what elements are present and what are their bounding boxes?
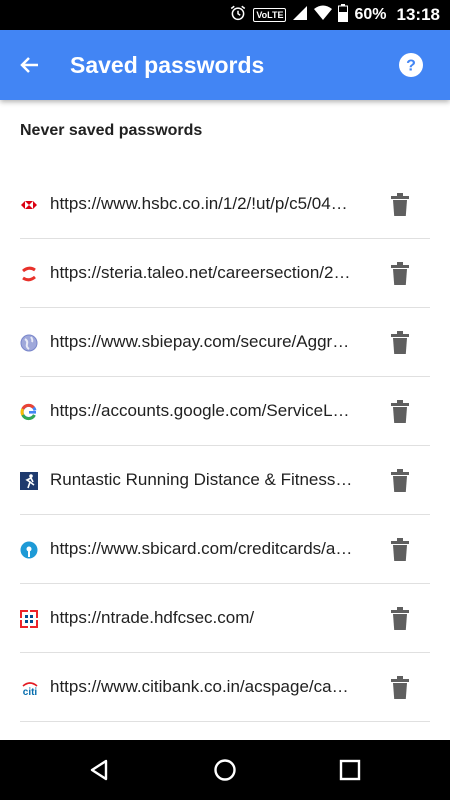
list-item[interactable]: https://www.hsbc.co.in/1/2/!ut/p/c5/04_S… bbox=[0, 170, 450, 239]
trash-icon bbox=[391, 262, 409, 285]
home-circle-icon bbox=[214, 759, 236, 781]
back-triangle-icon bbox=[90, 759, 108, 781]
nav-home-button[interactable] bbox=[210, 755, 240, 785]
section-title: Never saved passwords bbox=[20, 122, 203, 139]
trash-icon bbox=[391, 331, 409, 354]
hsbc-favicon bbox=[20, 196, 38, 214]
list-item-text: https://accounts.google.com/ServiceLogin bbox=[50, 401, 354, 420]
navigation-bar bbox=[0, 740, 450, 800]
wifi-icon bbox=[314, 5, 333, 25]
list-item[interactable]: https://www.sbicard.com/creditcards/app/… bbox=[0, 515, 450, 584]
nav-recents-button[interactable] bbox=[335, 755, 365, 785]
delete-button[interactable] bbox=[386, 259, 414, 289]
list-item[interactable]: https://www.sbiepay.com/secure/Aggregato… bbox=[0, 308, 450, 377]
volte-badge: VoLTE bbox=[253, 8, 287, 22]
delete-button[interactable] bbox=[386, 397, 414, 427]
google-favicon bbox=[20, 403, 38, 421]
list-item[interactable]: https://steria.taleo.net/careersection/2… bbox=[0, 239, 450, 308]
clock: 13:18 bbox=[396, 5, 440, 24]
signal-icon bbox=[292, 5, 308, 25]
list-item-text: https://steria.taleo.net/careersection/2… bbox=[50, 263, 354, 282]
back-button[interactable] bbox=[14, 50, 46, 80]
trash-icon bbox=[391, 193, 409, 216]
delete-button[interactable] bbox=[386, 328, 414, 358]
delete-button[interactable] bbox=[386, 466, 414, 496]
trash-icon bbox=[391, 400, 409, 423]
list-item-text: Runtastic Running Distance & Fitness Tra… bbox=[50, 470, 354, 489]
help-icon: ? bbox=[399, 53, 423, 77]
delete-button[interactable] bbox=[386, 190, 414, 220]
hdfc-favicon bbox=[20, 610, 38, 628]
list-item-text: https://www.hsbc.co.in/1/2/!ut/p/c5/04_S… bbox=[50, 194, 354, 213]
battery-icon bbox=[338, 4, 349, 26]
trash-icon bbox=[391, 676, 409, 699]
list-item-text: https://www.sbicard.com/creditcards/app/… bbox=[50, 539, 354, 558]
delete-button[interactable] bbox=[386, 535, 414, 565]
list-item[interactable]: citi https://www.citibank.co.in/acspage/… bbox=[0, 653, 450, 722]
trash-icon bbox=[391, 469, 409, 492]
citi-favicon: citi bbox=[20, 679, 38, 698]
taleo-favicon bbox=[20, 265, 38, 283]
list-item[interactable]: https://ntrade.hdfcsec.com/ bbox=[0, 584, 450, 653]
sbicard-favicon bbox=[20, 541, 38, 559]
list-item[interactable]: https://accounts.google.com/ServiceLogin bbox=[0, 377, 450, 446]
page-title: Saved passwords bbox=[70, 52, 265, 78]
runtastic-favicon bbox=[20, 472, 38, 490]
app-bar: Saved passwords ? bbox=[0, 30, 450, 100]
svg-text:citi: citi bbox=[23, 687, 38, 697]
svg-text:?: ? bbox=[406, 58, 416, 75]
delete-button[interactable] bbox=[386, 673, 414, 703]
trash-icon bbox=[391, 538, 409, 561]
back-arrow-icon bbox=[20, 57, 38, 73]
list-item-text: https://www.sbiepay.com/secure/Aggregato… bbox=[50, 332, 354, 351]
trash-icon bbox=[391, 607, 409, 630]
status-bar: VoLTE 60% 13:18 bbox=[0, 0, 450, 30]
globe-favicon bbox=[20, 334, 38, 352]
list-item[interactable]: Runtastic Running Distance & Fitness Tra… bbox=[0, 446, 450, 515]
alarm-icon bbox=[229, 4, 247, 26]
list-item-text: https://ntrade.hdfcsec.com/ bbox=[50, 608, 255, 627]
nav-back-button[interactable] bbox=[84, 755, 114, 785]
recents-square-icon bbox=[339, 759, 361, 781]
never-saved-list: https://www.hsbc.co.in/1/2/!ut/p/c5/04_S… bbox=[0, 170, 450, 722]
help-button[interactable]: ? bbox=[398, 52, 424, 78]
battery-percentage: 60% bbox=[354, 6, 387, 23]
list-item-text: https://www.citibank.co.in/acspage/cards… bbox=[50, 677, 354, 696]
delete-button[interactable] bbox=[386, 604, 414, 634]
